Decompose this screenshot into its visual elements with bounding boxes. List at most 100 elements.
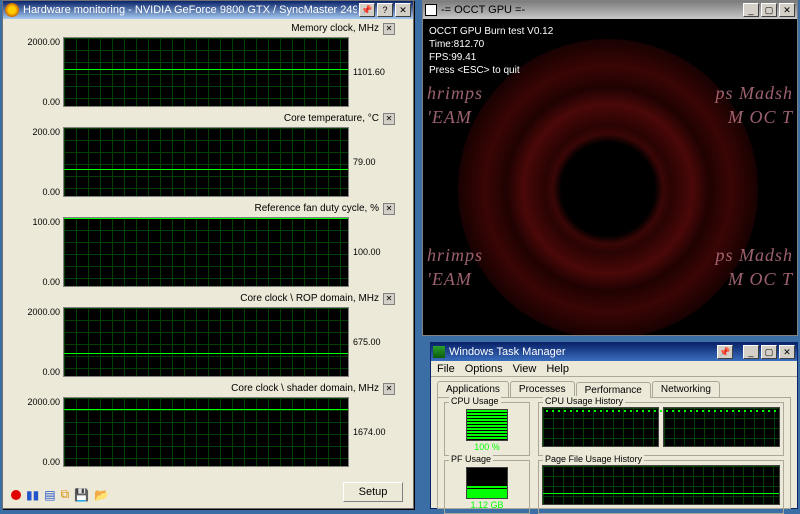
ytick-top: 2000.00: [27, 397, 60, 407]
tm-menubar: File Options View Help: [431, 361, 797, 377]
chart-title: Core clock \ shader domain, MHz: [231, 383, 379, 394]
chart-3: Core clock \ ROP domain, MHz ✕ 2000.000.00…: [21, 293, 395, 377]
ytick-bot: 0.00: [42, 457, 60, 467]
double-icon[interactable]: ⧉: [61, 487, 70, 502]
ytick-bot: 0.00: [42, 187, 60, 197]
watermark: ps Madsh: [715, 245, 793, 266]
hardware-monitoring-window: Hardware monitoring - NVIDIA GeForce 980…: [2, 0, 414, 509]
cpu-value: 100 %: [448, 442, 526, 452]
maximize-button[interactable]: ▢: [761, 345, 777, 359]
current-value: 1101.60: [349, 37, 395, 107]
task-manager-window: Windows Task Manager 📌 _ ▢ ✕ File Option…: [430, 342, 798, 509]
y-axis: 2000.000.00: [21, 307, 63, 377]
chart-title: Memory clock, MHz: [291, 23, 379, 34]
ytick-bot: 0.00: [42, 97, 60, 107]
group-label: Page File Usage History: [543, 454, 644, 464]
open-icon[interactable]: 📂: [94, 488, 109, 502]
close-button[interactable]: ✕: [395, 3, 411, 17]
cpu-history-group: CPU Usage History: [538, 402, 784, 456]
strip-icon[interactable]: ▤: [44, 488, 55, 502]
tab-processes[interactable]: Processes: [510, 381, 575, 397]
ytick-bot: 0.00: [42, 277, 60, 287]
tm-titlebar[interactable]: Windows Task Manager 📌 _ ▢ ✕: [431, 343, 797, 361]
current-value: 100.00: [349, 217, 395, 287]
close-button[interactable]: ✕: [779, 345, 795, 359]
plot: [63, 217, 349, 287]
chart-close-button[interactable]: ✕: [383, 293, 395, 305]
save-icon[interactable]: 💾: [74, 488, 89, 502]
y-axis: 2000.00 0.00: [21, 397, 63, 467]
menu-file[interactable]: File: [437, 363, 455, 374]
ytick-bot: 0.00: [42, 367, 60, 377]
menu-options[interactable]: Options: [465, 363, 503, 374]
cpu-gauge: [466, 409, 508, 441]
occt-app-icon: [425, 4, 437, 16]
chart-2: Reference fan duty cycle, %✕100.000.0010…: [21, 203, 395, 287]
occt-title: -= OCCT GPU =-: [441, 4, 741, 16]
pin-button[interactable]: 📌: [359, 3, 375, 17]
watermark: M OC T: [728, 269, 793, 290]
render-vortex: [458, 39, 758, 335]
chart-1: Core temperature, °C ✕ 200.000.00 79.00: [21, 113, 395, 197]
minimize-button[interactable]: _: [743, 345, 759, 359]
ytick-top: 100.00: [32, 217, 60, 227]
chart-title: Core clock \ ROP domain, MHz: [240, 293, 379, 304]
tm-title: Windows Task Manager: [449, 346, 715, 358]
current-value: 1674.00: [349, 397, 395, 467]
minimize-button[interactable]: _: [743, 3, 759, 17]
chart-title: Core temperature, °C: [284, 113, 379, 124]
tm-tabs: Applications Processes Performance Netwo…: [437, 381, 791, 397]
chart-close-button[interactable]: ✕: [383, 113, 395, 125]
y-axis: 100.00 0.00: [21, 217, 63, 287]
occt-line4: Press <ESC> to quit: [429, 64, 553, 77]
pf-gauge: [466, 467, 508, 499]
pf-usage-group: PF Usage 1.12 GB: [444, 460, 530, 514]
hw-title: Hardware monitoring - NVIDIA GeForce 980…: [23, 4, 357, 16]
hw-toolbar: ▮▮ ▤ ⧉ 💾 📂: [11, 487, 109, 502]
ytick-top: 2000.00: [27, 37, 60, 47]
chart-close-button[interactable]: ✕: [383, 383, 395, 395]
close-button[interactable]: ✕: [779, 3, 795, 17]
y-axis: 200.000.00: [21, 127, 63, 197]
menu-view[interactable]: View: [513, 363, 537, 374]
chart-4: Core clock \ shader domain, MHz ✕ 2000.00 0…: [21, 383, 395, 467]
current-value: 675.00: [349, 307, 395, 377]
menu-help[interactable]: Help: [546, 363, 569, 374]
occt-viewport: OCCT GPU Burn test V0.12 Time:812.70 FPS…: [423, 19, 797, 335]
y-axis: 2000.00 0.00: [21, 37, 63, 107]
occt-titlebar[interactable]: -= OCCT GPU =- _ ▢ ✕: [423, 1, 797, 19]
tm-app-icon: [433, 346, 445, 358]
pin-button[interactable]: 📌: [717, 345, 733, 359]
chart-0: Memory clock, MHz ✕ 2000.00 0.00 1101.60: [21, 23, 395, 107]
watermark: 'EAM: [427, 269, 472, 290]
pause-icon[interactable]: ▮▮: [26, 488, 39, 502]
occt-overlay-text: OCCT GPU Burn test V0.12 Time:812.70 FPS…: [429, 25, 553, 77]
pf-history-chart: [542, 465, 780, 505]
chart-close-button[interactable]: ✕: [383, 23, 395, 35]
hw-titlebar[interactable]: Hardware monitoring - NVIDIA GeForce 980…: [3, 1, 413, 19]
group-label: CPU Usage: [449, 396, 501, 406]
record-icon[interactable]: [11, 490, 21, 500]
tm-performance-panel: CPU Usage 100 % CPU Usage History PF Usa…: [437, 397, 791, 509]
plot: [63, 397, 349, 467]
hw-body: Memory clock, MHz✕2000.000.001101.60Core…: [3, 19, 413, 508]
watermark: hrimps: [427, 245, 483, 266]
current-value: 79.00: [349, 127, 395, 197]
chart-close-button[interactable]: ✕: [383, 203, 395, 215]
plot: [63, 37, 349, 107]
watermark: 'EAM: [427, 107, 472, 128]
help-button[interactable]: ?: [377, 3, 393, 17]
occt-line3: FPS:99.41: [429, 51, 553, 64]
tab-networking[interactable]: Networking: [652, 381, 720, 397]
occt-line2: Time:812.70: [429, 38, 553, 51]
maximize-button[interactable]: ▢: [761, 3, 777, 17]
plot: [63, 307, 349, 377]
occt-window: -= OCCT GPU =- _ ▢ ✕ OCCT GPU Burn test …: [422, 0, 798, 336]
watermark: M OC T: [728, 107, 793, 128]
watermark: ps Madsh: [715, 83, 793, 104]
cpu-history-chart: [542, 407, 780, 447]
tab-applications[interactable]: Applications: [437, 381, 509, 397]
occt-line1: OCCT GPU Burn test V0.12: [429, 25, 553, 38]
group-label: PF Usage: [449, 454, 493, 464]
setup-button[interactable]: Setup: [343, 482, 403, 502]
